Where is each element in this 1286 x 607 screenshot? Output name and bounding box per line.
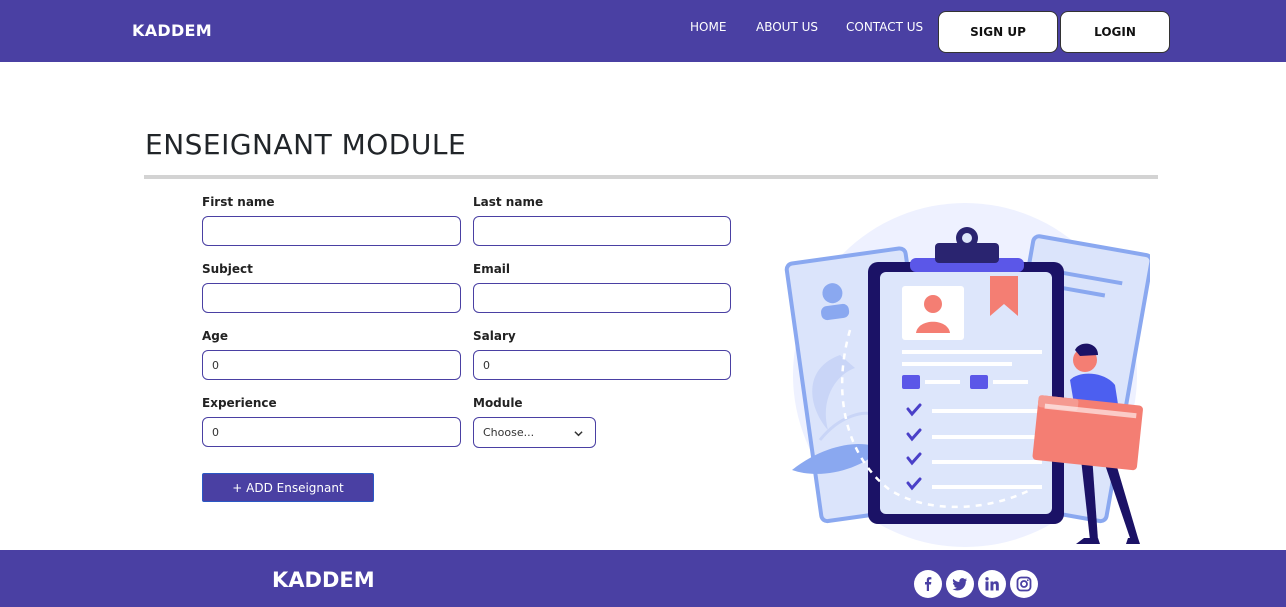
email-label: Email <box>473 262 511 276</box>
module-label: Module <box>473 396 523 410</box>
page-title: ENSEIGNANT MODULE <box>145 128 467 161</box>
linkedin-icon[interactable] <box>978 570 1006 598</box>
experience-field[interactable] <box>202 417 461 447</box>
first-name-label: First name <box>202 195 275 209</box>
last-name-label: Last name <box>473 195 544 209</box>
signup-button[interactable]: SIGN UP <box>938 11 1058 53</box>
age-field[interactable] <box>202 350 461 380</box>
login-button[interactable]: LOGIN <box>1060 11 1170 53</box>
facebook-icon[interactable] <box>914 570 942 598</box>
salary-label: Salary <box>473 329 516 343</box>
add-enseignant-button[interactable]: + ADD Enseignant <box>202 473 374 502</box>
module-select[interactable]: Choose... <box>473 417 596 448</box>
top-navbar: KADDEM HOME ABOUT US CONTACT US SIGN UP … <box>0 0 1286 62</box>
nav-link-home[interactable]: HOME <box>690 20 726 34</box>
subject-field[interactable] <box>202 283 461 313</box>
title-divider <box>144 175 1158 179</box>
last-name-field[interactable] <box>473 216 731 246</box>
age-label: Age <box>202 329 229 343</box>
salary-field[interactable] <box>473 350 731 380</box>
email-field[interactable] <box>473 283 731 313</box>
nav-link-contact[interactable]: CONTACT US <box>846 20 923 34</box>
twitter-icon[interactable] <box>946 570 974 598</box>
footer: KADDEM <box>0 550 1286 607</box>
brand-logo[interactable]: KADDEM <box>132 21 212 40</box>
instagram-icon[interactable] <box>1010 570 1038 598</box>
chevron-down-icon <box>574 431 583 437</box>
clipboard-illustration <box>784 203 1150 547</box>
first-name-field[interactable] <box>202 216 461 246</box>
subject-label: Subject <box>202 262 253 276</box>
experience-label: Experience <box>202 396 277 410</box>
module-selected-value: Choose... <box>483 426 535 439</box>
nav-link-about[interactable]: ABOUT US <box>756 20 818 34</box>
footer-brand: KADDEM <box>272 568 375 592</box>
